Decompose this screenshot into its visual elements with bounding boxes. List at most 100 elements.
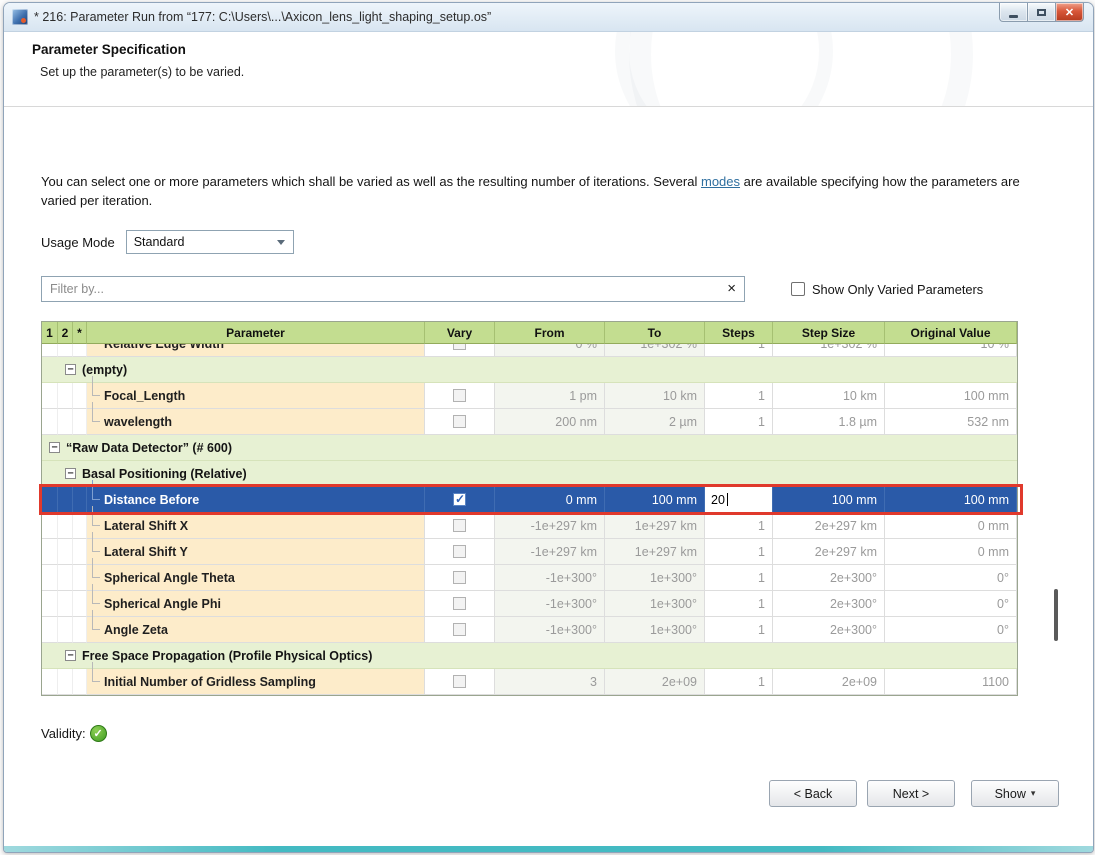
original-value-cell[interactable]: 1100 bbox=[885, 669, 1017, 695]
vary-cell[interactable] bbox=[425, 487, 495, 513]
vary-checkbox[interactable] bbox=[453, 571, 466, 584]
step-size-cell[interactable]: 2e+297 km bbox=[773, 539, 885, 565]
steps-cell[interactable]: 1 bbox=[705, 383, 773, 409]
to-cell[interactable]: 2e+09 bbox=[605, 669, 705, 695]
original-value-cell[interactable]: 0° bbox=[885, 617, 1017, 643]
step-size-cell[interactable]: 2e+300° bbox=[773, 591, 885, 617]
minimize-button[interactable] bbox=[999, 3, 1028, 22]
vary-checkbox[interactable] bbox=[453, 415, 466, 428]
original-value-cell[interactable]: 0 mm bbox=[885, 539, 1017, 565]
vary-checkbox[interactable] bbox=[453, 344, 466, 350]
original-value-cell[interactable]: 10 % bbox=[885, 344, 1017, 357]
table-row[interactable]: −(empty) bbox=[42, 357, 1017, 383]
step-size-cell[interactable]: 1.8 µm bbox=[773, 409, 885, 435]
step-size-cell[interactable]: 10 km bbox=[773, 383, 885, 409]
collapse-icon[interactable]: − bbox=[65, 650, 76, 661]
step-size-cell[interactable]: 2e+09 bbox=[773, 669, 885, 695]
vary-cell[interactable] bbox=[425, 565, 495, 591]
vary-cell[interactable] bbox=[425, 617, 495, 643]
to-cell[interactable]: 1e+297 km bbox=[605, 513, 705, 539]
from-cell[interactable]: -1e+297 km bbox=[495, 513, 605, 539]
table-row[interactable]: Initial Number of Gridless Sampling32e+0… bbox=[42, 669, 1017, 695]
vary-cell[interactable] bbox=[425, 383, 495, 409]
steps-cell[interactable]: 1 bbox=[705, 617, 773, 643]
step-size-cell[interactable]: 2e+297 km bbox=[773, 513, 885, 539]
title-bar[interactable]: * 216: Parameter Run from “177: C:\Users… bbox=[4, 3, 1093, 32]
table-row[interactable]: Lateral Shift Y-1e+297 km1e+297 km12e+29… bbox=[42, 539, 1017, 565]
original-value-cell[interactable]: 0° bbox=[885, 565, 1017, 591]
table-row[interactable]: Angle Zeta-1e+300°1e+300°12e+300°0° bbox=[42, 617, 1017, 643]
steps-cell[interactable]: 1 bbox=[705, 591, 773, 617]
to-cell[interactable]: 1e+297 km bbox=[605, 539, 705, 565]
close-button[interactable]: ✕ bbox=[1055, 3, 1084, 22]
from-cell[interactable]: -1e+300° bbox=[495, 617, 605, 643]
table-row[interactable]: Distance Before0 mm100 mm20100 mm100 mm bbox=[42, 487, 1017, 513]
table-row[interactable]: Spherical Angle Phi-1e+300°1e+300°12e+30… bbox=[42, 591, 1017, 617]
table-row[interactable]: −Basal Positioning (Relative) bbox=[42, 461, 1017, 487]
vary-checkbox[interactable] bbox=[453, 675, 466, 688]
usage-mode-select[interactable]: Standard bbox=[126, 230, 294, 254]
vary-checkbox[interactable] bbox=[453, 519, 466, 532]
to-cell[interactable]: 1e+300° bbox=[605, 591, 705, 617]
original-value-cell[interactable]: 100 mm bbox=[885, 487, 1017, 513]
steps-cell[interactable]: 1 bbox=[705, 669, 773, 695]
from-cell[interactable]: -1e+300° bbox=[495, 565, 605, 591]
vary-cell[interactable] bbox=[425, 669, 495, 695]
collapse-icon[interactable]: − bbox=[65, 364, 76, 375]
table-row[interactable]: wavelength200 nm2 µm11.8 µm532 nm bbox=[42, 409, 1017, 435]
table-row[interactable]: Relative Edge Width0 %1e+302 %11e+302 %1… bbox=[42, 344, 1017, 357]
vary-cell[interactable] bbox=[425, 513, 495, 539]
back-button[interactable]: < Back bbox=[769, 780, 857, 807]
from-cell[interactable]: 200 nm bbox=[495, 409, 605, 435]
show-button[interactable]: Show ▾ bbox=[971, 780, 1059, 807]
table-row[interactable]: Focal_Length1 pm10 km110 km100 mm bbox=[42, 383, 1017, 409]
to-cell[interactable]: 2 µm bbox=[605, 409, 705, 435]
vary-cell[interactable] bbox=[425, 591, 495, 617]
step-size-cell[interactable]: 2e+300° bbox=[773, 617, 885, 643]
steps-cell[interactable]: 1 bbox=[705, 513, 773, 539]
parameter-table[interactable]: 12*ParameterVaryFromToStepsStep SizeOrig… bbox=[41, 321, 1018, 696]
modes-link[interactable]: modes bbox=[701, 174, 740, 189]
checkbox-box[interactable] bbox=[791, 282, 805, 296]
to-cell[interactable]: 1e+300° bbox=[605, 617, 705, 643]
filter-input[interactable]: Filter by... × bbox=[41, 276, 745, 302]
vary-checkbox[interactable] bbox=[453, 389, 466, 402]
vary-cell[interactable] bbox=[425, 344, 495, 357]
table-row[interactable]: Spherical Angle Theta-1e+300°1e+300°12e+… bbox=[42, 565, 1017, 591]
from-cell[interactable]: 0 % bbox=[495, 344, 605, 357]
steps-cell[interactable]: 1 bbox=[705, 539, 773, 565]
step-size-cell[interactable]: 1e+302 % bbox=[773, 344, 885, 357]
table-scrollbar-thumb[interactable] bbox=[1054, 589, 1058, 641]
next-button[interactable]: Next > bbox=[867, 780, 955, 807]
vary-cell[interactable] bbox=[425, 539, 495, 565]
from-cell[interactable]: -1e+297 km bbox=[495, 539, 605, 565]
table-row[interactable]: −“Raw Data Detector” (# 600) bbox=[42, 435, 1017, 461]
step-size-cell[interactable]: 100 mm bbox=[773, 487, 885, 513]
original-value-cell[interactable]: 100 mm bbox=[885, 383, 1017, 409]
original-value-cell[interactable]: 0° bbox=[885, 591, 1017, 617]
vary-checkbox[interactable] bbox=[453, 597, 466, 610]
from-cell[interactable]: 1 pm bbox=[495, 383, 605, 409]
vary-checkbox[interactable] bbox=[453, 545, 466, 558]
from-cell[interactable]: 0 mm bbox=[495, 487, 605, 513]
steps-cell[interactable]: 20 bbox=[705, 487, 773, 513]
to-cell[interactable]: 1e+300° bbox=[605, 565, 705, 591]
original-value-cell[interactable]: 0 mm bbox=[885, 513, 1017, 539]
to-cell[interactable]: 1e+302 % bbox=[605, 344, 705, 357]
show-only-varied-checkbox[interactable]: Show Only Varied Parameters bbox=[791, 282, 983, 297]
step-size-cell[interactable]: 2e+300° bbox=[773, 565, 885, 591]
vary-checkbox[interactable] bbox=[453, 493, 466, 506]
vary-cell[interactable] bbox=[425, 409, 495, 435]
to-cell[interactable]: 10 km bbox=[605, 383, 705, 409]
from-cell[interactable]: -1e+300° bbox=[495, 591, 605, 617]
steps-cell[interactable]: 1 bbox=[705, 409, 773, 435]
clear-filter-icon[interactable]: × bbox=[727, 282, 736, 296]
original-value-cell[interactable]: 532 nm bbox=[885, 409, 1017, 435]
collapse-icon[interactable]: − bbox=[49, 442, 60, 453]
from-cell[interactable]: 3 bbox=[495, 669, 605, 695]
table-row[interactable]: −Free Space Propagation (Profile Physica… bbox=[42, 643, 1017, 669]
table-row[interactable]: Lateral Shift X-1e+297 km1e+297 km12e+29… bbox=[42, 513, 1017, 539]
vary-checkbox[interactable] bbox=[453, 623, 466, 636]
maximize-button[interactable] bbox=[1027, 3, 1056, 22]
steps-cell[interactable]: 1 bbox=[705, 344, 773, 357]
